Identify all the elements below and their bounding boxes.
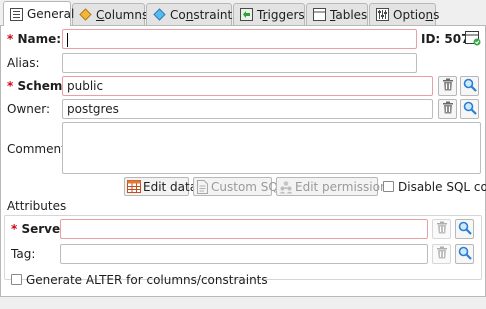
tab-label: Columns — [96, 7, 149, 22]
server-search-button[interactable] — [455, 219, 474, 239]
comment-label: Comment: — [7, 142, 70, 156]
tab-constraints[interactable]: Constraints — [146, 3, 238, 25]
comment-textarea[interactable] — [62, 122, 481, 174]
generate-alter-label: Generate ALTER for columns/constraints — [26, 273, 268, 287]
text-caret — [67, 32, 68, 47]
custom-sql-label: Custom SQL — [211, 179, 285, 194]
alias-label: Alias: — [7, 56, 40, 70]
tab-label: Triggers — [257, 7, 305, 22]
trash-icon — [436, 221, 448, 237]
attributes-title: Attributes — [7, 199, 67, 213]
name-label: * Name: — [7, 32, 62, 46]
tag-clear-button[interactable] — [432, 244, 451, 264]
schema-search-button[interactable] — [460, 76, 479, 96]
custom-sql-button[interactable]: Custom SQL — [193, 177, 285, 196]
tab-general[interactable]: General — [3, 1, 75, 26]
users-icon — [279, 179, 293, 194]
general-tab-icon — [10, 7, 23, 21]
disable-sql-label: Disable SQL code — [398, 180, 486, 194]
edit-data-label: Edit data — [143, 179, 198, 194]
search-icon — [463, 78, 477, 95]
general-panel: * Name: ID: 5070 Alias: * Schema: public… — [0, 25, 486, 297]
tab-label: Options — [393, 7, 440, 22]
tab-label: Tables — [330, 7, 368, 22]
tag-search-button[interactable] — [455, 244, 474, 264]
table-green-icon — [465, 30, 481, 49]
alias-input[interactable] — [62, 53, 417, 73]
owner-label: Owner: — [7, 102, 51, 116]
owner-input[interactable]: postgres — [62, 99, 433, 119]
generate-alter-checkbox[interactable] — [11, 274, 22, 285]
trash-icon — [442, 101, 454, 117]
search-icon — [458, 221, 472, 238]
options-icon — [376, 8, 389, 22]
server-clear-button[interactable] — [432, 219, 451, 239]
tab-label: General — [27, 7, 75, 21]
search-icon — [458, 246, 472, 263]
constraints-icon — [153, 8, 166, 22]
sql-file-icon — [196, 179, 209, 194]
schema-input[interactable]: public — [62, 76, 433, 96]
owner-clear-button[interactable] — [438, 99, 457, 119]
table-edit-icon — [127, 179, 141, 194]
tab-tables[interactable]: Tables — [306, 3, 368, 25]
edit-permissions-button[interactable]: Edit permissions — [276, 177, 394, 196]
edit-data-button[interactable]: Edit data — [124, 177, 197, 196]
tab-label: Constraints — [170, 7, 239, 22]
tab-options[interactable]: Options — [369, 3, 440, 25]
columns-icon — [79, 8, 92, 22]
trash-icon — [436, 246, 448, 262]
tab-triggers[interactable]: Triggers — [233, 3, 305, 25]
disable-sql-checkbox[interactable] — [383, 181, 394, 192]
server-input[interactable] — [60, 219, 428, 239]
tables-icon — [313, 8, 326, 22]
tab-bar: General Columns Constraints Triggers Tab… — [0, 0, 486, 26]
search-icon — [463, 101, 477, 118]
tab-columns[interactable]: Columns — [72, 3, 149, 25]
id-refresh-button[interactable] — [464, 29, 482, 49]
trash-icon — [442, 78, 454, 94]
edit-permissions-label: Edit permissions — [295, 179, 394, 194]
schema-clear-button[interactable] — [438, 76, 457, 96]
owner-search-button[interactable] — [460, 99, 479, 119]
triggers-icon — [240, 8, 253, 22]
tag-input[interactable] — [60, 244, 428, 264]
name-input[interactable] — [62, 29, 417, 49]
tag-label: Tag: — [11, 247, 36, 261]
